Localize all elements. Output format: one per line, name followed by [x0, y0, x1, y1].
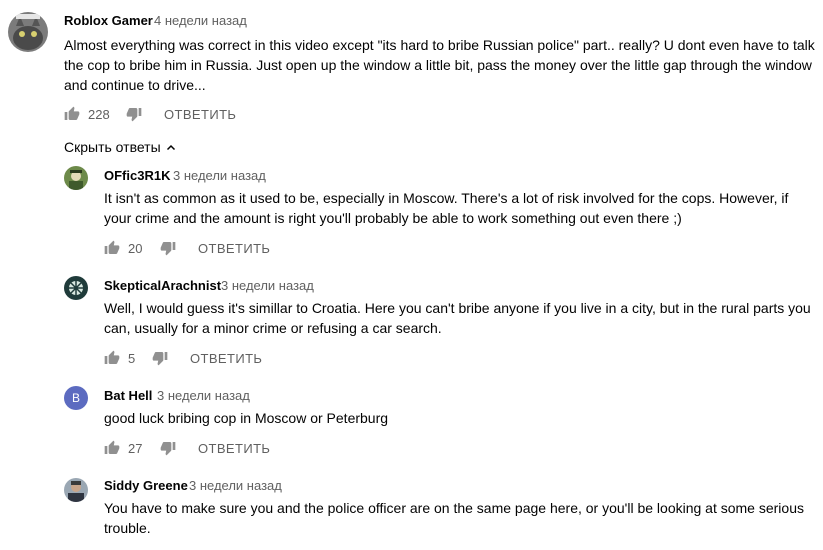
thumbs-up-icon[interactable] — [104, 240, 120, 261]
like-count: 228 — [88, 107, 110, 122]
comment-actions: 27 ОТВЕТИТЬ — [104, 440, 304, 460]
thumbs-up-icon[interactable] — [104, 440, 120, 461]
thumbs-down-icon[interactable] — [152, 350, 168, 371]
like-count: 5 — [128, 351, 136, 366]
comment-author[interactable]: OFfic3R1K — [104, 168, 170, 183]
reply-button[interactable]: ОТВЕТИТЬ — [198, 241, 270, 256]
avatar-letter: B — [71, 391, 80, 405]
comment-author[interactable]: Siddy Greene — [104, 478, 188, 493]
thumbs-down-icon[interactable] — [160, 440, 176, 461]
comment-text: You have to make sure you and the police… — [104, 500, 804, 536]
comment-author[interactable]: Roblox Gamer — [64, 13, 153, 28]
comment-time[interactable]: 4 недели назад — [154, 13, 247, 28]
thumbs-down-icon[interactable] — [160, 240, 176, 261]
comment-time[interactable]: 3 недели назад — [221, 278, 314, 293]
thumbs-up-icon[interactable] — [104, 350, 120, 371]
hide-replies-button[interactable]: Скрыть ответы — [64, 139, 177, 155]
reply-button[interactable]: ОТВЕТИТЬ — [198, 441, 270, 456]
comment-text: Well, I would guess it's simillar to Cro… — [104, 300, 811, 336]
avatar[interactable]: B — [64, 386, 88, 410]
thumbs-down-icon[interactable] — [126, 106, 142, 127]
avatar[interactable] — [64, 276, 88, 300]
comment-author[interactable]: Bat Hell — [104, 388, 152, 403]
like-count: 20 — [128, 241, 143, 256]
comment-author[interactable]: SkepticalArachnist — [104, 278, 221, 293]
thumbs-up-icon[interactable] — [64, 106, 80, 127]
comment-text: good luck bribing cop in Moscow or Peter… — [104, 410, 389, 426]
hide-replies-label: Скрыть ответы — [64, 139, 161, 155]
comment-actions: 20 ОТВЕТИТЬ — [104, 240, 304, 260]
comment-actions: 5 ОТВЕТИТЬ — [104, 350, 304, 370]
comment-time[interactable]: 3 недели назад — [157, 388, 250, 403]
comment-actions: 228 ОТВЕТИТЬ — [64, 106, 264, 126]
avatar[interactable] — [64, 478, 88, 502]
like-count: 27 — [128, 441, 143, 456]
comment-text: Almost everything was correct in this vi… — [64, 37, 815, 93]
comment-time[interactable]: 3 недели назад — [173, 168, 266, 183]
comment-time[interactable]: 3 недели назад — [189, 478, 282, 493]
reply-button[interactable]: ОТВЕТИТЬ — [164, 107, 236, 122]
comment-text: It isn't as common as it used to be, esp… — [104, 190, 789, 226]
avatar[interactable] — [64, 166, 88, 190]
chevron-up-icon — [166, 145, 175, 151]
reply-button[interactable]: ОТВЕТИТЬ — [190, 351, 262, 366]
cat-avatar-icon[interactable] — [8, 12, 48, 52]
